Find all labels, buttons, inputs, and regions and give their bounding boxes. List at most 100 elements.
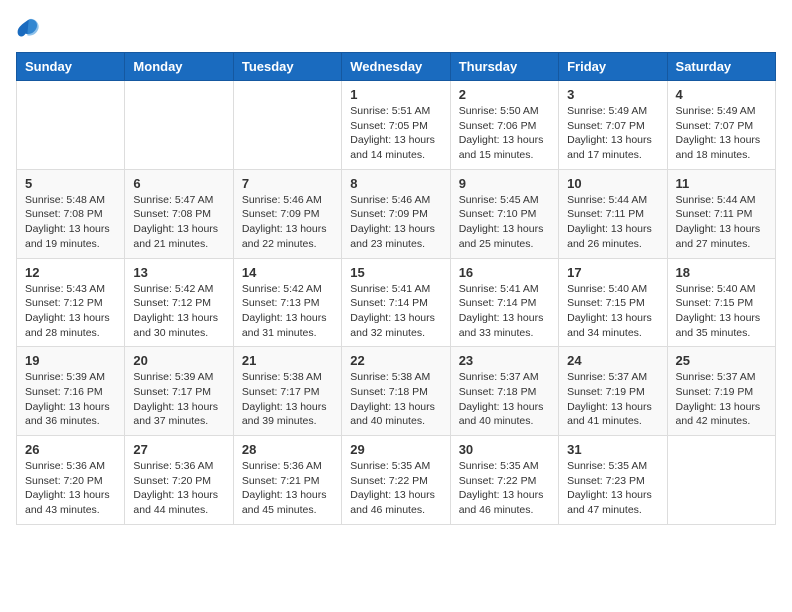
day-number: 22 bbox=[350, 353, 441, 368]
day-info: Sunrise: 5:43 AM Sunset: 7:12 PM Dayligh… bbox=[25, 282, 116, 341]
day-number: 25 bbox=[676, 353, 767, 368]
day-info: Sunrise: 5:41 AM Sunset: 7:14 PM Dayligh… bbox=[459, 282, 550, 341]
day-info: Sunrise: 5:46 AM Sunset: 7:09 PM Dayligh… bbox=[350, 193, 441, 252]
day-info: Sunrise: 5:40 AM Sunset: 7:15 PM Dayligh… bbox=[676, 282, 767, 341]
calendar-day-cell: 15Sunrise: 5:41 AM Sunset: 7:14 PM Dayli… bbox=[342, 258, 450, 347]
calendar-day-cell: 19 Sunrise: 5:39 AM Sunset: 7:16 PM Dayli… bbox=[17, 347, 125, 436]
calendar-day-cell: 8Sunrise: 5:46 AM Sunset: 7:09 PM Daylig… bbox=[342, 169, 450, 258]
calendar-day-cell: 1Sunrise: 5:51 AM Sunset: 7:05 PM Daylig… bbox=[342, 81, 450, 170]
day-number: 20 bbox=[133, 353, 224, 368]
calendar-day-cell: 16Sunrise: 5:41 AM Sunset: 7:14 PM Dayli… bbox=[450, 258, 558, 347]
calendar-header-row: SundayMondayTuesdayWednesdayThursdayFrid… bbox=[17, 53, 776, 81]
day-info: Sunrise: 5:41 AM Sunset: 7:14 PM Dayligh… bbox=[350, 282, 441, 341]
calendar-day-cell: 4 Sunrise: 5:49 AM Sunset: 7:07 PM Daylig… bbox=[667, 81, 775, 170]
day-number: 3 bbox=[567, 87, 658, 102]
day-number: 17 bbox=[567, 265, 658, 280]
day-info: Sunrise: 5:49 AM Sunset: 7:07 PM Dayligh… bbox=[676, 104, 767, 163]
day-info: Sunrise: 5:35 AM Sunset: 7:22 PM Dayligh… bbox=[350, 459, 441, 518]
day-info: Sunrise: 5:36 AM Sunset: 7:20 PM Dayligh… bbox=[25, 459, 116, 518]
day-of-week-header: Thursday bbox=[450, 53, 558, 81]
page-header bbox=[16, 16, 776, 40]
day-number: 27 bbox=[133, 442, 224, 457]
calendar-day-cell: 2Sunrise: 5:50 AM Sunset: 7:06 PM Daylig… bbox=[450, 81, 558, 170]
calendar-day-cell: 18 Sunrise: 5:40 AM Sunset: 7:15 PM Dayli… bbox=[667, 258, 775, 347]
day-info: Sunrise: 5:38 AM Sunset: 7:17 PM Dayligh… bbox=[242, 370, 333, 429]
day-number: 12 bbox=[25, 265, 116, 280]
day-info: Sunrise: 5:36 AM Sunset: 7:20 PM Dayligh… bbox=[133, 459, 224, 518]
calendar-day-cell bbox=[667, 436, 775, 525]
day-number: 31 bbox=[567, 442, 658, 457]
calendar-day-cell: 13 Sunrise: 5:42 AM Sunset: 7:12 PM Dayli… bbox=[125, 258, 233, 347]
day-number: 23 bbox=[459, 353, 550, 368]
calendar-day-cell: 26 Sunrise: 5:36 AM Sunset: 7:20 PM Dayli… bbox=[17, 436, 125, 525]
calendar-day-cell: 30 Sunrise: 5:35 AM Sunset: 7:22 PM Dayli… bbox=[450, 436, 558, 525]
day-info: Sunrise: 5:44 AM Sunset: 7:11 PM Dayligh… bbox=[567, 193, 658, 252]
day-info: Sunrise: 5:45 AM Sunset: 7:10 PM Dayligh… bbox=[459, 193, 550, 252]
calendar-day-cell: 11 Sunrise: 5:44 AM Sunset: 7:11 PM Dayli… bbox=[667, 169, 775, 258]
day-number: 26 bbox=[25, 442, 116, 457]
calendar-day-cell: 12 Sunrise: 5:43 AM Sunset: 7:12 PM Dayli… bbox=[17, 258, 125, 347]
day-info: Sunrise: 5:39 AM Sunset: 7:17 PM Dayligh… bbox=[133, 370, 224, 429]
calendar-table: SundayMondayTuesdayWednesdayThursdayFrid… bbox=[16, 52, 776, 525]
day-of-week-header: Tuesday bbox=[233, 53, 341, 81]
day-of-week-header: Friday bbox=[559, 53, 667, 81]
day-number: 7 bbox=[242, 176, 333, 191]
day-number: 30 bbox=[459, 442, 550, 457]
day-info: Sunrise: 5:37 AM Sunset: 7:19 PM Dayligh… bbox=[567, 370, 658, 429]
day-number: 13 bbox=[133, 265, 224, 280]
day-info: Sunrise: 5:35 AM Sunset: 7:22 PM Dayligh… bbox=[459, 459, 550, 518]
calendar-week-row: 12 Sunrise: 5:43 AM Sunset: 7:12 PM Dayli… bbox=[17, 258, 776, 347]
calendar-day-cell: 24 Sunrise: 5:37 AM Sunset: 7:19 PM Dayli… bbox=[559, 347, 667, 436]
day-number: 19 bbox=[25, 353, 116, 368]
day-info: Sunrise: 5:49 AM Sunset: 7:07 PM Dayligh… bbox=[567, 104, 658, 163]
day-info: Sunrise: 5:35 AM Sunset: 7:23 PM Dayligh… bbox=[567, 459, 658, 518]
calendar-week-row: 1Sunrise: 5:51 AM Sunset: 7:05 PM Daylig… bbox=[17, 81, 776, 170]
calendar-week-row: 26 Sunrise: 5:36 AM Sunset: 7:20 PM Dayli… bbox=[17, 436, 776, 525]
calendar-day-cell: 6 Sunrise: 5:47 AM Sunset: 7:08 PM Daylig… bbox=[125, 169, 233, 258]
day-info: Sunrise: 5:42 AM Sunset: 7:12 PM Dayligh… bbox=[133, 282, 224, 341]
day-info: Sunrise: 5:40 AM Sunset: 7:15 PM Dayligh… bbox=[567, 282, 658, 341]
calendar-week-row: 5 Sunrise: 5:48 AM Sunset: 7:08 PM Daylig… bbox=[17, 169, 776, 258]
day-info: Sunrise: 5:42 AM Sunset: 7:13 PM Dayligh… bbox=[242, 282, 333, 341]
day-info: Sunrise: 5:48 AM Sunset: 7:08 PM Dayligh… bbox=[25, 193, 116, 252]
day-info: Sunrise: 5:39 AM Sunset: 7:16 PM Dayligh… bbox=[25, 370, 116, 429]
day-number: 5 bbox=[25, 176, 116, 191]
calendar-day-cell: 27 Sunrise: 5:36 AM Sunset: 7:20 PM Dayli… bbox=[125, 436, 233, 525]
day-info: Sunrise: 5:47 AM Sunset: 7:08 PM Dayligh… bbox=[133, 193, 224, 252]
calendar-day-cell: 7Sunrise: 5:46 AM Sunset: 7:09 PM Daylig… bbox=[233, 169, 341, 258]
calendar-day-cell: 21 Sunrise: 5:38 AM Sunset: 7:17 PM Dayli… bbox=[233, 347, 341, 436]
day-number: 11 bbox=[676, 176, 767, 191]
day-number: 28 bbox=[242, 442, 333, 457]
logo-icon bbox=[16, 16, 40, 40]
logo bbox=[16, 16, 44, 40]
calendar-day-cell: 17 Sunrise: 5:40 AM Sunset: 7:15 PM Dayli… bbox=[559, 258, 667, 347]
day-info: Sunrise: 5:44 AM Sunset: 7:11 PM Dayligh… bbox=[676, 193, 767, 252]
day-number: 10 bbox=[567, 176, 658, 191]
calendar-day-cell bbox=[125, 81, 233, 170]
calendar-day-cell: 31 Sunrise: 5:35 AM Sunset: 7:23 PM Dayli… bbox=[559, 436, 667, 525]
day-info: Sunrise: 5:37 AM Sunset: 7:18 PM Dayligh… bbox=[459, 370, 550, 429]
calendar-day-cell: 25Sunrise: 5:37 AM Sunset: 7:19 PM Dayli… bbox=[667, 347, 775, 436]
calendar-day-cell: 28Sunrise: 5:36 AM Sunset: 7:21 PM Dayli… bbox=[233, 436, 341, 525]
day-of-week-header: Monday bbox=[125, 53, 233, 81]
day-number: 2 bbox=[459, 87, 550, 102]
day-number: 21 bbox=[242, 353, 333, 368]
day-number: 18 bbox=[676, 265, 767, 280]
day-number: 4 bbox=[676, 87, 767, 102]
calendar-day-cell: 29Sunrise: 5:35 AM Sunset: 7:22 PM Dayli… bbox=[342, 436, 450, 525]
day-of-week-header: Saturday bbox=[667, 53, 775, 81]
day-of-week-header: Wednesday bbox=[342, 53, 450, 81]
calendar-day-cell bbox=[233, 81, 341, 170]
day-of-week-header: Sunday bbox=[17, 53, 125, 81]
day-info: Sunrise: 5:51 AM Sunset: 7:05 PM Dayligh… bbox=[350, 104, 441, 163]
calendar-day-cell: 20 Sunrise: 5:39 AM Sunset: 7:17 PM Dayli… bbox=[125, 347, 233, 436]
day-number: 14 bbox=[242, 265, 333, 280]
calendar-day-cell: 23 Sunrise: 5:37 AM Sunset: 7:18 PM Dayli… bbox=[450, 347, 558, 436]
calendar-week-row: 19 Sunrise: 5:39 AM Sunset: 7:16 PM Dayli… bbox=[17, 347, 776, 436]
day-info: Sunrise: 5:38 AM Sunset: 7:18 PM Dayligh… bbox=[350, 370, 441, 429]
calendar-day-cell: 9 Sunrise: 5:45 AM Sunset: 7:10 PM Daylig… bbox=[450, 169, 558, 258]
day-number: 24 bbox=[567, 353, 658, 368]
calendar-day-cell: 10 Sunrise: 5:44 AM Sunset: 7:11 PM Dayli… bbox=[559, 169, 667, 258]
day-number: 9 bbox=[459, 176, 550, 191]
day-number: 6 bbox=[133, 176, 224, 191]
